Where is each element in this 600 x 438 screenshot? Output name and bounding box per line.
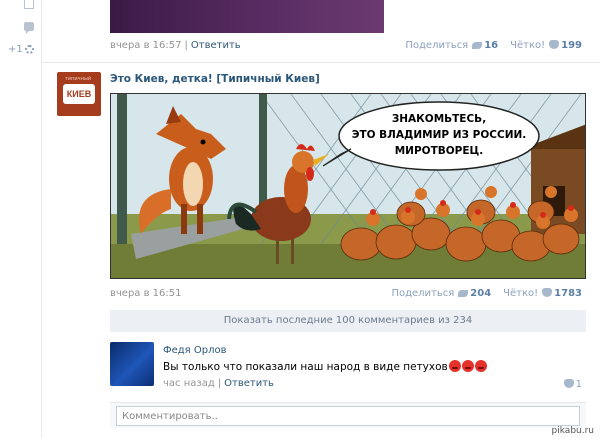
comment-like-count: 1 — [575, 379, 582, 390]
comment-input[interactable] — [116, 406, 580, 426]
chat-icon[interactable] — [24, 22, 34, 34]
angry-emoji-icon — [448, 360, 461, 372]
share-label: Поделиться — [405, 40, 469, 51]
heart-icon — [542, 288, 553, 297]
comment-text: Вы только что показали наш народ в виде … — [163, 360, 487, 373]
previous-post-meta: вчера в 16:57 | Ответить Поделиться 16 Чётко… — [110, 40, 582, 51]
left-rail: +1 — [0, 0, 42, 438]
like-label: Чётко! — [510, 40, 546, 51]
like-button[interactable]: Чётко! 199 — [510, 40, 582, 51]
share-count: 204 — [470, 288, 492, 299]
like-button[interactable]: Чётко! 1783 — [503, 288, 582, 299]
avatar-logo-text: КИЕВ — [63, 84, 95, 104]
community-avatar[interactable]: типичный КИЕВ — [57, 72, 101, 116]
share-count: 16 — [484, 40, 499, 51]
comment-author-avatar[interactable] — [110, 342, 154, 386]
watermark: pikabu.ru — [551, 426, 594, 436]
comment-text-body: Вы только что показали наш народ в виде … — [163, 361, 448, 373]
speech-line-1: ЗНАКОМЬТЕСЬ, — [392, 113, 486, 125]
show-more-comments-button[interactable]: Показать последние 100 комментариев из 2… — [110, 310, 586, 332]
post-title[interactable]: Это Киев, детка! [Типичный Киев] — [110, 73, 320, 85]
speech-line-2: ЭТО ВЛАДИМИР ИЗ РОССИИ. — [352, 129, 527, 141]
share-icon — [472, 42, 483, 49]
like-count: 199 — [561, 40, 582, 51]
like-label: Чётко! — [503, 288, 539, 299]
mail-icon[interactable] — [24, 0, 34, 9]
share-button[interactable]: Поделиться 16 — [405, 40, 498, 51]
post-divider — [42, 62, 600, 63]
post-time[interactable]: вчера в 16:51 — [110, 288, 182, 299]
post-meta: вчера в 16:51 Поделиться 204 Чётко! 1783 — [110, 288, 582, 302]
post-time[interactable]: вчера в 16:57 — [110, 40, 182, 51]
comment-reply-link[interactable]: Ответить — [224, 378, 274, 389]
comment-author-name[interactable]: Федя Орлов — [163, 345, 227, 356]
comment-time[interactable]: час назад — [163, 378, 215, 389]
reply-link[interactable]: Ответить — [191, 40, 241, 51]
speech-line-3: МИРОТВОРЕЦ. — [395, 145, 484, 157]
post-cartoon-image[interactable]: ЗНАКОМЬТЕСЬ, ЭТО ВЛАДИМИР ИЗ РОССИИ. МИР… — [110, 93, 586, 279]
comment-meta: час назад | Ответить — [163, 378, 274, 389]
share-icon — [458, 290, 469, 297]
heart-icon — [549, 40, 560, 49]
comment-composer — [110, 402, 586, 428]
avatar-small-text: типичный — [65, 76, 92, 82]
gear-icon[interactable] — [25, 45, 34, 54]
like-count: 1783 — [554, 288, 582, 299]
angry-emoji-icon — [461, 360, 474, 372]
rail-counter: +1 — [8, 44, 23, 55]
share-button[interactable]: Поделиться 204 — [391, 288, 491, 299]
share-label: Поделиться — [391, 288, 455, 299]
comment-like-button[interactable]: 1 — [560, 379, 582, 390]
angry-emoji-icon — [474, 360, 487, 372]
heart-icon — [563, 379, 574, 388]
previous-post-image[interactable] — [110, 0, 384, 33]
